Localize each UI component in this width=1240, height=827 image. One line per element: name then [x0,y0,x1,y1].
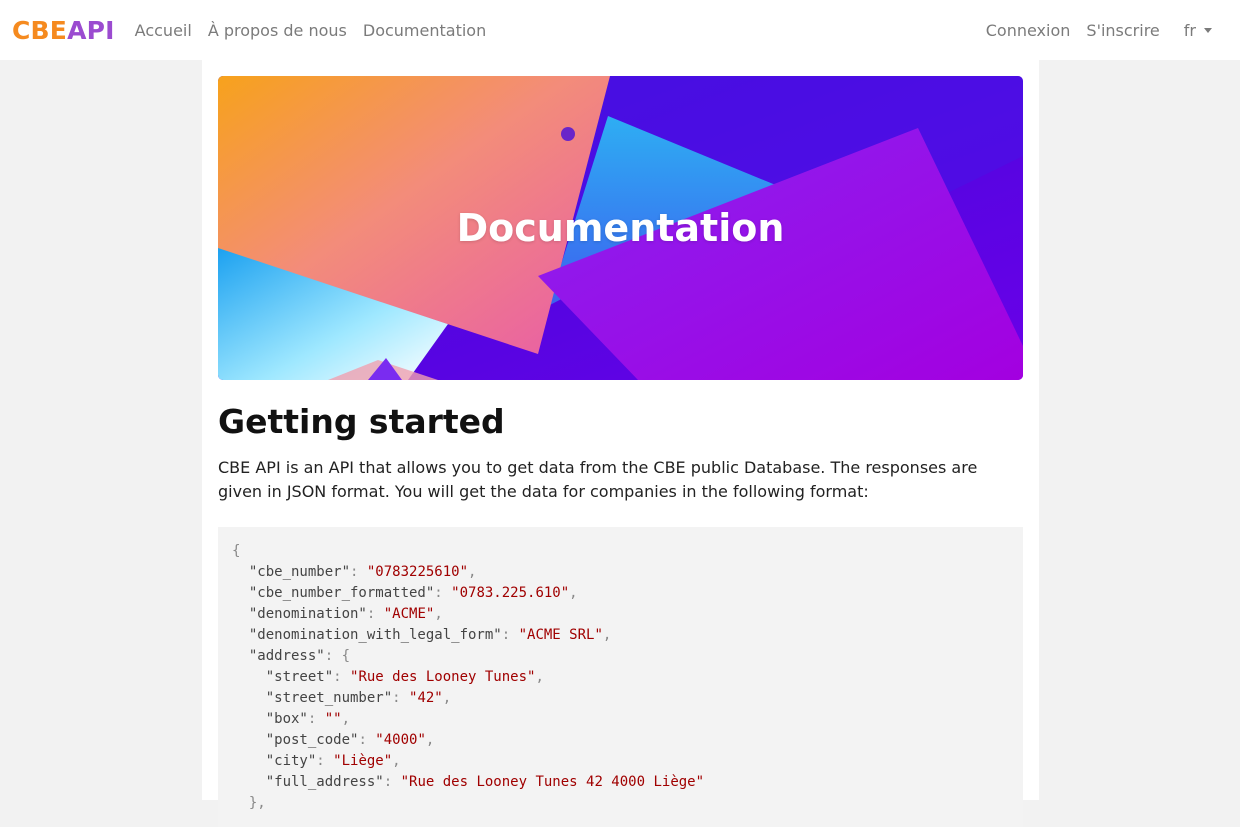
code-value: "42" [409,690,443,706]
nav-link-home[interactable]: Accueil [135,21,192,40]
main-container: Documentation Getting started CBE API is… [202,60,1039,827]
code-value: "Liège" [333,753,393,769]
code-key: "box" [265,711,308,727]
code-value: "4000" [375,732,426,748]
hero-title: Documentation [456,206,785,250]
code-key: "address" [248,648,325,664]
code-close-brace: }, [248,795,266,811]
code-value: "" [324,711,342,727]
json-code-block: { "cbe_number": "0783225610", "cbe_numbe… [218,527,1023,827]
code-key: "denomination" [248,606,367,622]
nav-link-documentation[interactable]: Documentation [363,21,486,40]
code-value: "0783225610" [366,564,469,580]
code-key: "cbe_number_formatted" [248,585,435,601]
code-key: "city" [265,753,317,769]
code-value: "Rue des Looney Tunes" [350,669,536,685]
language-label: fr [1183,20,1196,40]
top-navbar: CBEAPI Accueil À propos de nous Document… [0,0,1240,60]
code-key: "street_number" [265,690,393,706]
nav-right-group: Connexion S'inscrire fr [978,21,1228,40]
code-key: "full_address" [265,774,384,790]
login-link[interactable]: Connexion [986,21,1071,40]
brand-logo[interactable]: CBEAPI [12,18,115,43]
code-key: "cbe_number" [248,564,351,580]
chevron-down-icon [1204,27,1212,33]
signup-link[interactable]: S'inscrire [1086,21,1159,40]
code-key: "denomination_with_legal_form" [248,627,502,643]
language-dropdown[interactable]: fr [1184,21,1212,40]
code-key: "street" [265,669,334,685]
code-value: "ACME" [383,606,435,622]
code-open-brace: { [232,543,241,559]
code-value: "ACME SRL" [518,627,603,643]
code-value: "0783.225.610" [451,585,570,601]
brand-logo-part2: API [67,15,115,45]
code-key: "post_code" [265,732,359,748]
brand-logo-part1: CBE [12,15,68,45]
nav-link-about[interactable]: À propos de nous [208,21,347,40]
code-value: "Rue des Looney Tunes 42 4000 Liège" [400,774,705,790]
intro-paragraph: CBE API is an API that allows you to get… [218,458,978,501]
page-heading: Getting started [218,402,505,441]
hero-banner: Documentation [218,76,1023,380]
